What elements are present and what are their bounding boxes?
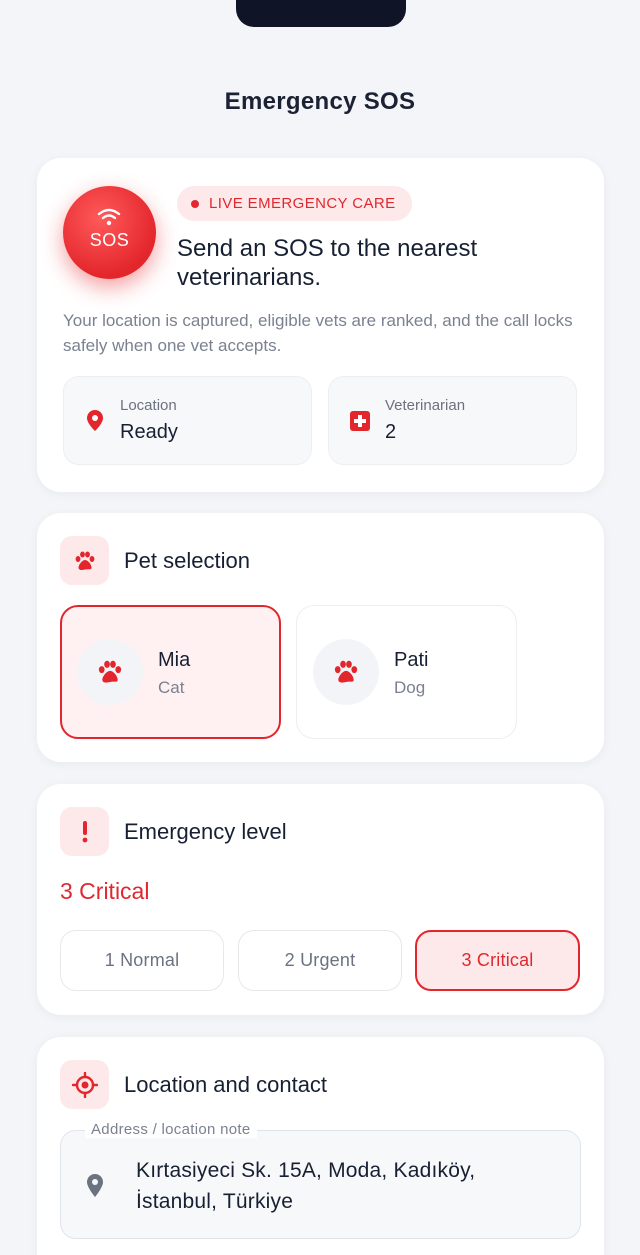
veterinarian-count-tile: Veterinarian 2 bbox=[328, 376, 577, 465]
paw-icon bbox=[98, 660, 122, 683]
pet-selection-title: Pet selection bbox=[124, 548, 250, 573]
live-dot-icon bbox=[191, 199, 199, 208]
level-urgent-button[interactable]: 2 Urgent bbox=[238, 930, 402, 991]
page-title: Emergency SOS bbox=[224, 88, 416, 115]
pet-type: Dog bbox=[394, 678, 426, 697]
address-field-label: Address / location note bbox=[85, 1121, 257, 1138]
pet-name: Mia bbox=[158, 649, 191, 671]
veterinarian-label: Veterinarian bbox=[385, 397, 466, 414]
location-contact-card: Location and contact Address / location … bbox=[37, 1037, 604, 1255]
pet-avatar bbox=[313, 639, 379, 705]
sos-button[interactable]: SOS bbox=[63, 186, 156, 279]
live-care-badge: LIVE EMERGENCY CARE bbox=[177, 186, 412, 221]
location-status-tile: Location Ready bbox=[63, 376, 312, 465]
pet-option-pati[interactable]: Pati Dog bbox=[296, 605, 517, 739]
map-pin-icon bbox=[87, 410, 103, 431]
level-normal-button[interactable]: 1 Normal bbox=[60, 930, 224, 991]
crosshair-icon bbox=[71, 1071, 98, 1098]
sos-card: SOS LIVE EMERGENCY CARE Send an SOS to t… bbox=[37, 158, 604, 492]
medical-cross-icon bbox=[350, 411, 370, 431]
current-level-text: 3 Critical bbox=[60, 878, 150, 904]
paw-icon bbox=[75, 551, 94, 570]
device-notch bbox=[236, 0, 406, 27]
location-value: Ready bbox=[120, 421, 178, 443]
sos-heading: Send an SOS to the nearest veterinarians… bbox=[177, 235, 478, 291]
location-label: Location bbox=[120, 397, 177, 414]
pet-option-mia[interactable]: Mia Cat bbox=[60, 605, 281, 739]
exclamation-icon bbox=[82, 820, 87, 842]
alert-section-icon bbox=[60, 807, 109, 856]
paw-section-icon bbox=[60, 536, 109, 585]
target-section-icon bbox=[60, 1060, 109, 1109]
pet-type: Cat bbox=[158, 678, 185, 697]
level-critical-button[interactable]: 3 Critical bbox=[415, 930, 580, 991]
address-value: Kırtasiyeci Sk. 15A, Moda, Kadıköy, İsta… bbox=[136, 1159, 476, 1213]
address-input[interactable]: Address / location note Kırtasiyeci Sk. … bbox=[60, 1121, 581, 1239]
veterinarian-value: 2 bbox=[385, 421, 397, 443]
paw-icon bbox=[334, 660, 358, 683]
emergency-level-title: Emergency level bbox=[124, 819, 287, 844]
location-pin-icon bbox=[87, 1174, 103, 1197]
sos-description: Your location is captured, eligible vets… bbox=[63, 311, 573, 355]
pet-selection-card: Pet selection Mia Cat Pati Dog bbox=[37, 513, 604, 762]
emergency-level-card: Emergency level 3 Critical 1 Normal 2 Ur… bbox=[37, 784, 604, 1015]
pet-avatar bbox=[77, 639, 143, 705]
live-badge-label: LIVE EMERGENCY CARE bbox=[209, 195, 396, 212]
location-contact-title: Location and contact bbox=[124, 1072, 328, 1097]
pet-name: Pati bbox=[394, 649, 429, 671]
sos-button-label: SOS bbox=[89, 230, 130, 250]
signal-icon bbox=[97, 208, 121, 226]
